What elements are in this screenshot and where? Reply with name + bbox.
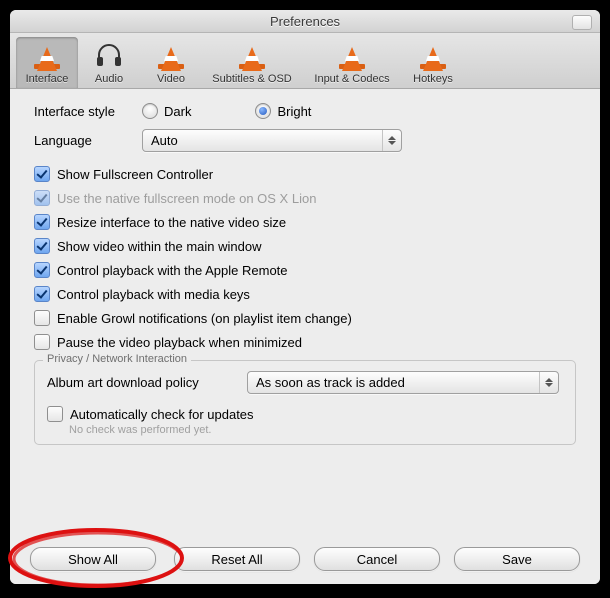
checkbox-label: Automatically check for updates [70, 407, 254, 422]
button-label: Save [502, 552, 532, 567]
tab-audio[interactable]: Audio [78, 37, 140, 88]
checkbox [34, 310, 50, 326]
tab-label: Subtitles & OSD [212, 73, 291, 85]
checkbox [34, 190, 50, 206]
chevron-updown-icon [382, 130, 401, 151]
check-growl[interactable]: Enable Growl notifications (on playlist … [34, 306, 576, 330]
popup-value: As soon as track is added [256, 375, 405, 390]
checkbox [34, 214, 50, 230]
toolbar: Interface Audio Video Subtitles & OSD [10, 33, 600, 89]
cone-icon [236, 39, 268, 71]
tab-hotkeys[interactable]: Hotkeys [402, 37, 464, 88]
preferences-window: Preferences Interface Audio Vid [10, 10, 600, 584]
checkbox-label: Control playback with media keys [57, 287, 250, 302]
content-pane: Interface style Dark Bright Language Aut… [10, 89, 600, 445]
titlebar-pill-button[interactable] [572, 15, 592, 30]
chevron-updown-icon [539, 372, 558, 393]
checkbox-list: Show Fullscreen Controller Use the nativ… [34, 162, 576, 354]
radio-label: Bright [277, 104, 311, 119]
tab-label: Hotkeys [413, 73, 453, 85]
checkbox-label: Control playback with the Apple Remote [57, 263, 288, 278]
cone-icon [155, 39, 187, 71]
checkbox-label: Use the native fullscreen mode on OS X L… [57, 191, 316, 206]
button-label: Reset All [211, 552, 262, 567]
button-bar: Show All Reset All Cancel Save [10, 534, 600, 584]
check-native-fullscreen: Use the native fullscreen mode on OS X L… [34, 186, 576, 210]
titlebar: Preferences [10, 10, 600, 33]
checkbox-label: Show video within the main window [57, 239, 262, 254]
interface-style-label: Interface style [34, 104, 142, 119]
checkbox-label: Pause the video playback when minimized [57, 335, 302, 350]
radio-dot [255, 103, 271, 119]
checkbox [34, 262, 50, 278]
show-all-button[interactable]: Show All [30, 547, 156, 571]
button-label: Cancel [357, 552, 397, 567]
check-pause-minimized[interactable]: Pause the video playback when minimized [34, 330, 576, 354]
popup-value: Auto [151, 133, 178, 148]
tab-label: Interface [26, 73, 69, 85]
cone-icon [417, 39, 449, 71]
reset-all-button[interactable]: Reset All [174, 547, 300, 571]
headphones-icon [93, 39, 125, 71]
check-auto-update[interactable]: Automatically check for updates [47, 402, 563, 426]
radio-dark[interactable]: Dark [142, 103, 191, 119]
language-label: Language [34, 133, 142, 148]
groupbox-title: Privacy / Network Interaction [43, 353, 191, 365]
checkbox [47, 406, 63, 422]
cone-icon [336, 39, 368, 71]
radio-label: Dark [164, 104, 191, 119]
checkbox [34, 286, 50, 302]
language-popup[interactable]: Auto [142, 129, 402, 152]
tab-input-codecs[interactable]: Input & Codecs [302, 37, 402, 88]
check-apple-remote[interactable]: Control playback with the Apple Remote [34, 258, 576, 282]
checkbox-label: Show Fullscreen Controller [57, 167, 213, 182]
privacy-groupbox: Privacy / Network Interaction Album art … [34, 360, 576, 445]
radio-dot [142, 103, 158, 119]
tab-subtitles-osd[interactable]: Subtitles & OSD [202, 37, 302, 88]
checkbox-label: Resize interface to the native video siz… [57, 215, 286, 230]
tab-interface[interactable]: Interface [16, 37, 78, 88]
check-fullscreen-controller[interactable]: Show Fullscreen Controller [34, 162, 576, 186]
check-resize-interface[interactable]: Resize interface to the native video siz… [34, 210, 576, 234]
checkbox [34, 166, 50, 182]
window-title: Preferences [270, 14, 340, 29]
tab-label: Audio [95, 73, 123, 85]
tab-video[interactable]: Video [140, 37, 202, 88]
check-video-main-window[interactable]: Show video within the main window [34, 234, 576, 258]
album-art-popup[interactable]: As soon as track is added [247, 371, 559, 394]
cancel-button[interactable]: Cancel [314, 547, 440, 571]
checkbox [34, 334, 50, 350]
button-label: Show All [68, 552, 118, 567]
checkbox-label: Enable Growl notifications (on playlist … [57, 311, 352, 326]
album-art-label: Album art download policy [47, 375, 247, 390]
check-media-keys[interactable]: Control playback with media keys [34, 282, 576, 306]
last-check-text: No check was performed yet. [69, 424, 563, 436]
checkbox [34, 238, 50, 254]
tab-label: Input & Codecs [314, 73, 389, 85]
tab-label: Video [157, 73, 185, 85]
radio-bright[interactable]: Bright [255, 103, 311, 119]
save-button[interactable]: Save [454, 547, 580, 571]
cone-icon [31, 39, 63, 71]
